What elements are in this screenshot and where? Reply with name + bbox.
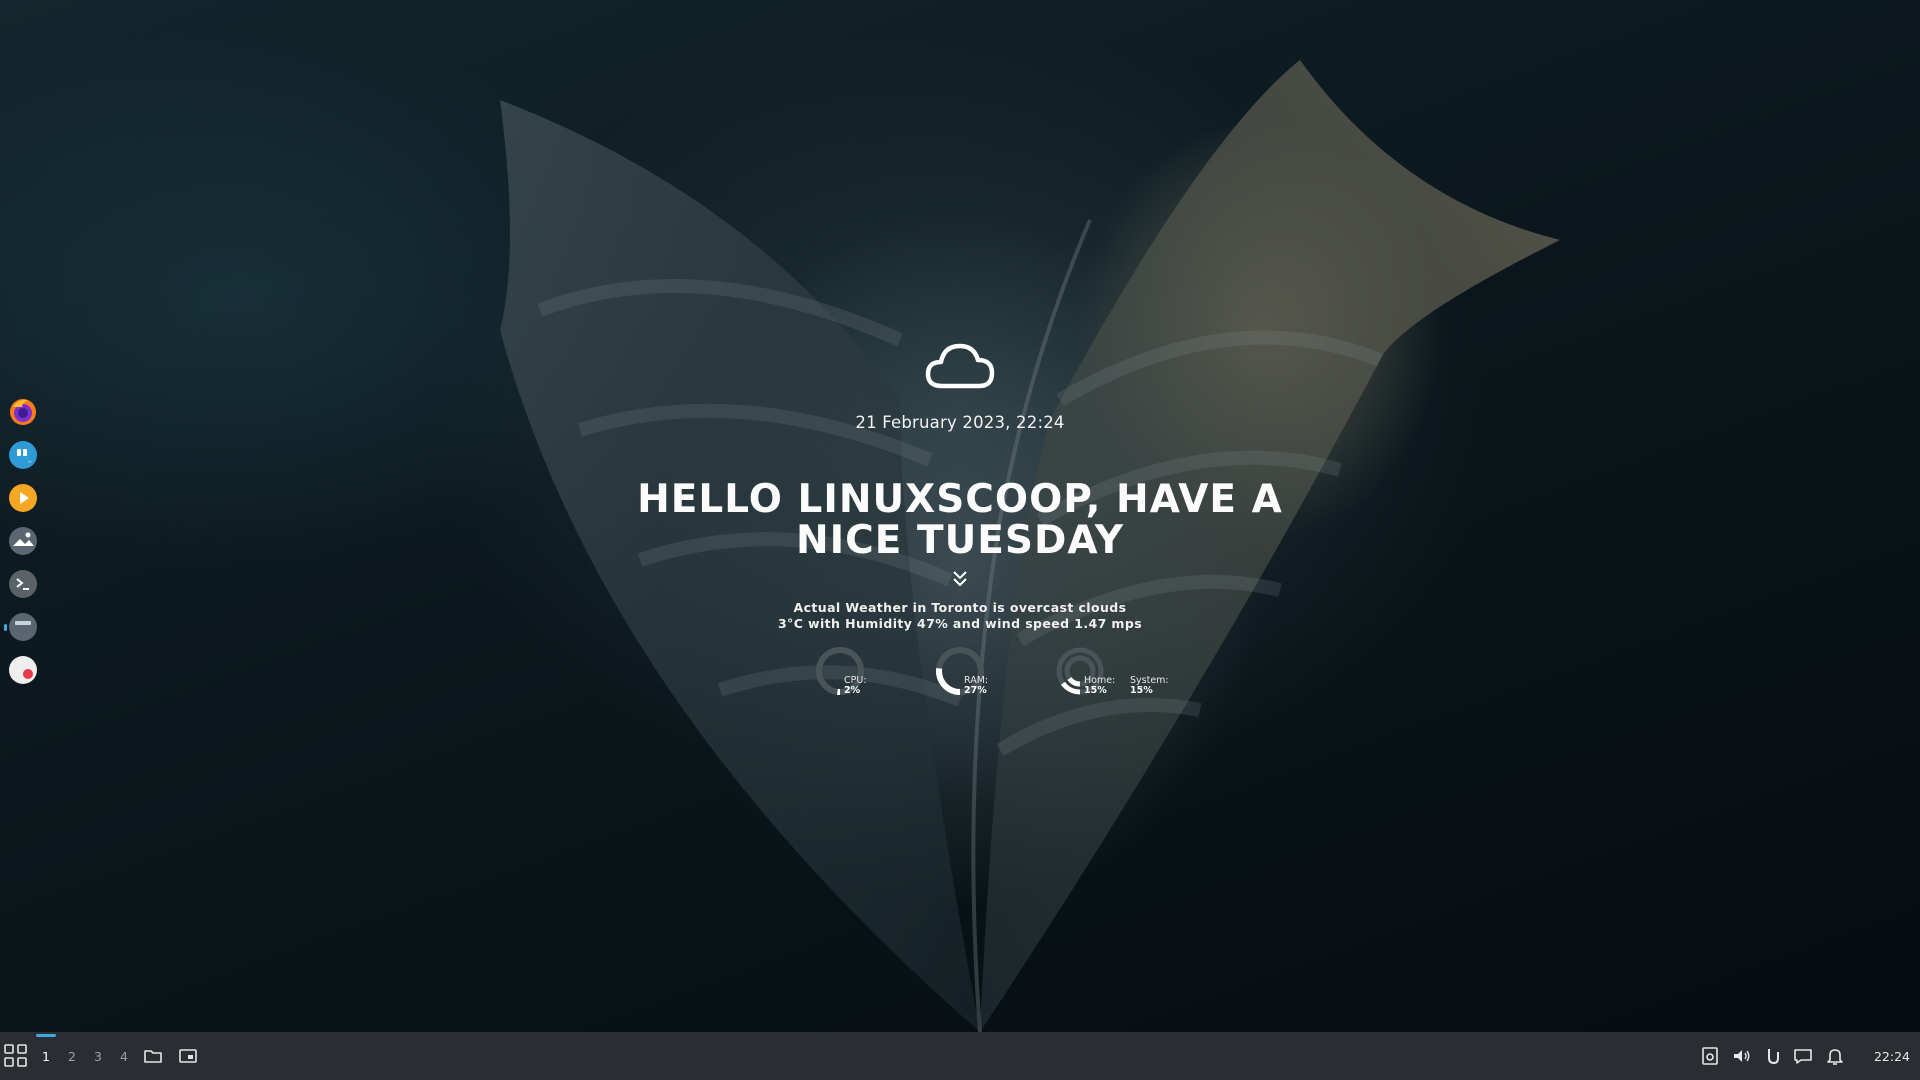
cpu-value: 2% — [844, 685, 861, 696]
workspace-2[interactable]: 2 — [61, 1032, 83, 1080]
dock-item-media-player[interactable] — [8, 483, 38, 513]
weather-line-2: 3°C with Humidity 47% and wind speed 1.4… — [777, 616, 1143, 631]
weather-description: Actual Weather in Toronto is overcast cl… — [660, 600, 1260, 632]
dock-item-quote-app[interactable]: ,, — [8, 440, 38, 470]
dock-item-terminal[interactable] — [8, 569, 38, 599]
dock-item-file-manager[interactable] — [4, 612, 38, 642]
display-icon[interactable] — [1793, 1046, 1813, 1066]
ram-value: 27% — [964, 685, 987, 696]
cpu-gauge: CPU: 2% — [812, 643, 932, 699]
ram-gauge: RAM: 27% — [932, 643, 1052, 699]
notification-bell-icon[interactable] — [1825, 1046, 1845, 1066]
folder-icon[interactable] — [143, 1046, 163, 1066]
screenshot-icon[interactable] — [1700, 1046, 1720, 1066]
active-indicator — [4, 624, 7, 631]
app-dock: ,, — [4, 397, 42, 685]
dock-item-firefox[interactable] — [8, 397, 38, 427]
disk-gauge: Home: 15% System: 15% — [1052, 643, 1212, 699]
taskbar: 1 2 3 4 22:24 — [0, 1032, 1920, 1080]
firefox-icon — [10, 399, 36, 425]
image-icon — [9, 527, 37, 555]
system-monitor: CPU: 2% RAM: 27% Home: 15% System: 15% — [812, 643, 1212, 699]
svg-text:,,: ,, — [28, 457, 32, 464]
greeting-text: Hello LinuxScoop, have a nice Tuesday — [560, 479, 1360, 561]
home-value: 15% — [1084, 685, 1107, 696]
system-value: 15% — [1130, 685, 1153, 696]
window-picker-icon[interactable] — [178, 1046, 198, 1066]
cloud-icon — [925, 343, 995, 389]
workspace-3[interactable]: 3 — [87, 1032, 109, 1080]
workspace-1[interactable]: 1 — [35, 1032, 57, 1080]
greeting-line-2: nice Tuesday — [795, 518, 1125, 563]
workspace-4[interactable]: 4 — [113, 1032, 135, 1080]
volume-icon[interactable] — [1731, 1046, 1751, 1066]
play-icon — [9, 484, 37, 512]
drive-icon — [9, 613, 37, 641]
record-icon — [9, 656, 37, 684]
weather-line-1: Actual Weather in Toronto is overcast cl… — [793, 600, 1127, 615]
taskbar-clock[interactable]: 22:24 — [1868, 1032, 1916, 1080]
app-grid-icon[interactable] — [4, 1044, 28, 1068]
date-time-label: 21 February 2023, 22:24 — [855, 413, 1065, 432]
double-chevron-down-icon — [953, 571, 967, 587]
dock-item-screen-recorder[interactable] — [8, 655, 38, 685]
terminal-icon — [9, 570, 37, 598]
dock-item-image-viewer[interactable] — [8, 526, 38, 556]
quote-icon: ,, — [9, 441, 37, 469]
network-icon[interactable] — [1762, 1046, 1782, 1066]
greeting-line-1: Hello LinuxScoop, have a — [637, 477, 1283, 522]
